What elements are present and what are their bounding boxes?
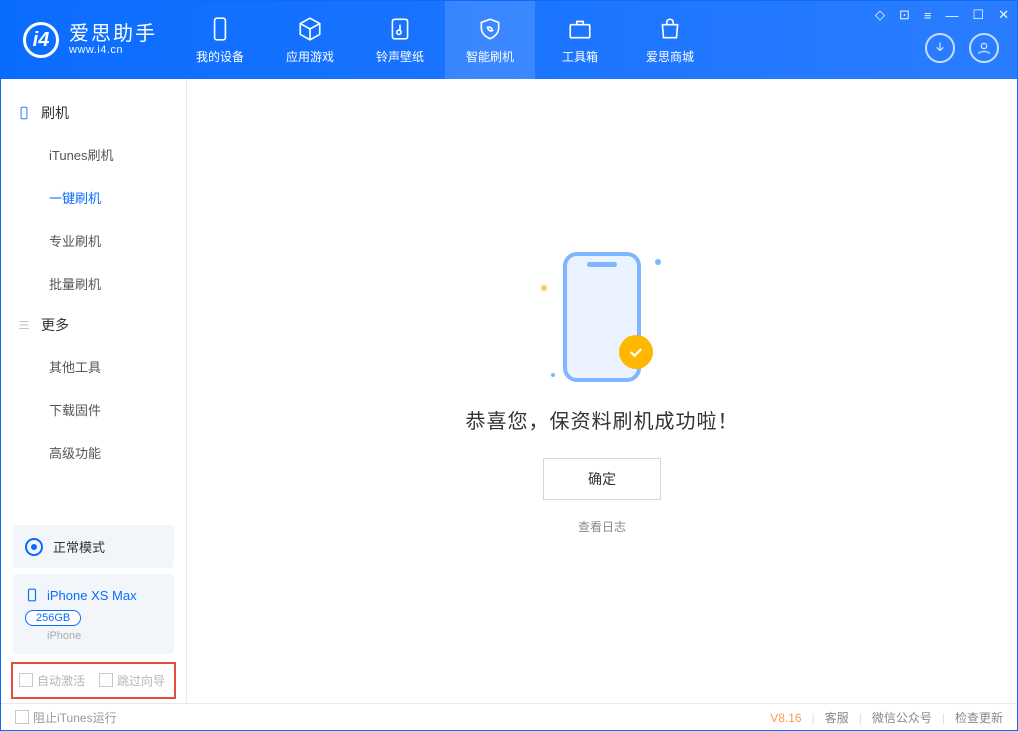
main-content: 恭喜您，保资料刷机成功啦！ 确定 查看日志 bbox=[187, 79, 1017, 703]
sidebar-group-flash: 刷机 bbox=[1, 93, 186, 133]
sidebar-group-more: 更多 bbox=[1, 305, 186, 345]
sidebar-item-pro-flash[interactable]: 专业刷机 bbox=[1, 219, 186, 262]
nav-toolbox[interactable]: 工具箱 bbox=[535, 1, 625, 79]
sidebar-item-batch-flash[interactable]: 批量刷机 bbox=[1, 262, 186, 305]
list-icon bbox=[17, 318, 31, 332]
nav-label: 铃声壁纸 bbox=[376, 48, 424, 65]
close-button[interactable]: ✕ bbox=[998, 7, 1009, 23]
sidebar-item-other-tools[interactable]: 其他工具 bbox=[1, 345, 186, 388]
device-mode-box[interactable]: 正常模式 bbox=[13, 525, 174, 568]
wechat-link[interactable]: 微信公众号 bbox=[872, 709, 932, 726]
nav-label: 爱思商城 bbox=[646, 48, 694, 65]
checkbox-skip-guide[interactable]: 跳过向导 bbox=[99, 672, 165, 689]
checkbox-block-itunes[interactable]: 阻止iTunes运行 bbox=[15, 709, 117, 726]
sidebar-item-oneclick-flash[interactable]: 一键刷机 bbox=[1, 176, 186, 219]
nav-my-device[interactable]: 我的设备 bbox=[175, 1, 265, 79]
phone-icon bbox=[207, 16, 233, 42]
app-name: 爱思助手 bbox=[69, 24, 157, 44]
view-log-link[interactable]: 查看日志 bbox=[578, 518, 626, 535]
nav-label: 智能刷机 bbox=[466, 48, 514, 65]
check-badge-icon bbox=[619, 335, 653, 369]
title-bar: i4 爱思助手 www.i4.cn 我的设备 应用游戏 铃声壁纸 智能刷机 工具… bbox=[1, 1, 1017, 79]
sidebar: 刷机 iTunes刷机 一键刷机 专业刷机 批量刷机 更多 其他工具 下载固件 … bbox=[1, 79, 187, 703]
device-storage-badge: 256GB bbox=[25, 610, 81, 626]
nav-smart-flash[interactable]: 智能刷机 bbox=[445, 1, 535, 79]
support-link[interactable]: 客服 bbox=[825, 709, 849, 726]
nav-label: 应用游戏 bbox=[286, 48, 334, 65]
app-logo: i4 爱思助手 www.i4.cn bbox=[1, 22, 175, 58]
device-mode-label: 正常模式 bbox=[53, 537, 105, 556]
main-nav: 我的设备 应用游戏 铃声壁纸 智能刷机 工具箱 爱思商城 bbox=[175, 1, 715, 79]
feedback-icon[interactable]: ⊡ bbox=[899, 7, 910, 23]
sidebar-group-label: 刷机 bbox=[41, 103, 69, 123]
sidebar-item-advanced[interactable]: 高级功能 bbox=[1, 431, 186, 474]
music-file-icon bbox=[387, 16, 413, 42]
status-bar: 阻止iTunes运行 V8.16 | 客服 | 微信公众号 | 检查更新 bbox=[1, 703, 1017, 731]
nav-label: 工具箱 bbox=[562, 48, 598, 65]
header-actions bbox=[925, 33, 999, 63]
device-type: iPhone bbox=[47, 630, 162, 642]
briefcase-icon bbox=[567, 16, 593, 42]
flash-options-row: 自动激活 跳过向导 bbox=[11, 662, 176, 699]
success-message: 恭喜您，保资料刷机成功啦！ bbox=[466, 405, 739, 434]
maximize-button[interactable]: ☐ bbox=[972, 7, 984, 23]
cube-icon bbox=[297, 16, 323, 42]
sidebar-item-download-firmware[interactable]: 下载固件 bbox=[1, 388, 186, 431]
menu-icon[interactable]: ≡ bbox=[924, 8, 932, 23]
mode-icon bbox=[25, 538, 43, 556]
sidebar-item-itunes-flash[interactable]: iTunes刷机 bbox=[1, 133, 186, 176]
device-info-box[interactable]: iPhone XS Max 256GB iPhone bbox=[13, 574, 174, 654]
nav-store[interactable]: 爱思商城 bbox=[625, 1, 715, 79]
device-name: iPhone XS Max bbox=[47, 588, 137, 603]
success-illustration bbox=[537, 247, 667, 387]
device-icon bbox=[17, 106, 31, 120]
checkbox-auto-activate[interactable]: 自动激活 bbox=[19, 672, 85, 689]
bag-icon bbox=[657, 16, 683, 42]
skin-icon[interactable]: ◇ bbox=[875, 7, 885, 23]
minimize-button[interactable]: — bbox=[945, 8, 958, 23]
download-button[interactable] bbox=[925, 33, 955, 63]
version-label: V8.16 bbox=[770, 711, 801, 725]
nav-label: 我的设备 bbox=[196, 48, 244, 65]
sidebar-group-label: 更多 bbox=[41, 315, 69, 335]
nav-ringtones[interactable]: 铃声壁纸 bbox=[355, 1, 445, 79]
app-domain: www.i4.cn bbox=[69, 44, 157, 56]
phone-small-icon bbox=[25, 586, 39, 604]
window-controls: ◇ ⊡ ≡ — ☐ ✕ bbox=[875, 7, 1009, 23]
account-button[interactable] bbox=[969, 33, 999, 63]
logo-icon: i4 bbox=[23, 22, 59, 58]
check-update-link[interactable]: 检查更新 bbox=[955, 709, 1003, 726]
refresh-shield-icon bbox=[477, 16, 503, 42]
ok-button[interactable]: 确定 bbox=[543, 458, 661, 500]
nav-apps[interactable]: 应用游戏 bbox=[265, 1, 355, 79]
